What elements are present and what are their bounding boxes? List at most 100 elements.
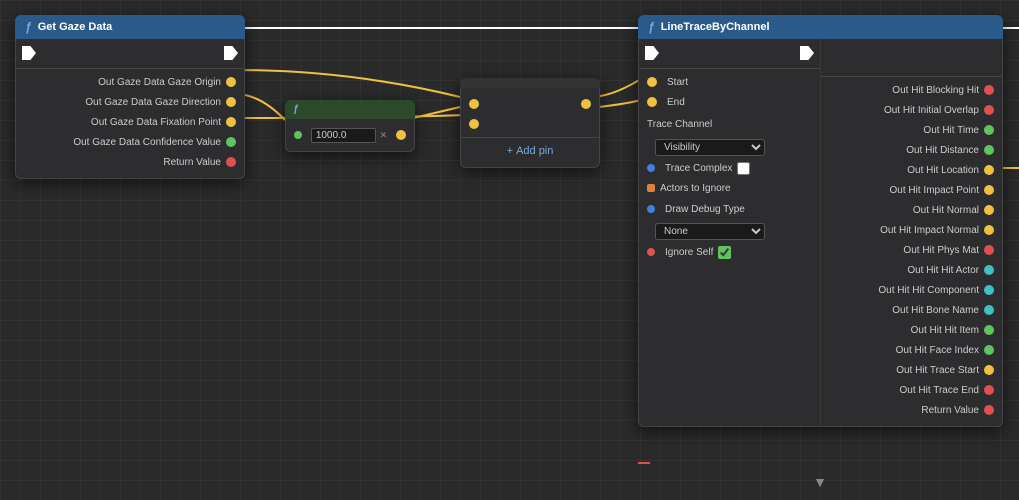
out-location-row: Out Hit Location <box>821 160 1002 180</box>
add-pin-button[interactable]: + Add pin <box>507 145 554 157</box>
pin-origin[interactable] <box>226 77 236 87</box>
node-trace: ƒ LineTraceByChannel Start <box>638 15 1003 427</box>
ignore-self-pin[interactable] <box>647 248 655 256</box>
out-impact-row: Out Hit Impact Point <box>821 180 1002 200</box>
out-blocking-pin[interactable] <box>984 85 994 95</box>
out-blocking-row: Out Hit Blocking Hit <box>821 80 1002 100</box>
pin-row-origin: Out Gaze Data Gaze Origin <box>16 72 244 92</box>
out-component-pin[interactable] <box>984 285 994 295</box>
out-actor-label: Out Hit Hit Actor <box>907 265 979 276</box>
debug-type-select[interactable]: None ForOneFrame ForDuration Persistent <box>655 223 765 240</box>
pin-label-confidence: Out Gaze Data Confidence Value <box>73 137 221 148</box>
debug-type-pin[interactable] <box>647 205 655 213</box>
math-body: ✕ <box>285 119 415 152</box>
trace-right-col: Out Hit Blocking Hit Out Hit Initial Ove… <box>821 39 1002 426</box>
trace-complex-label: Trace Complex <box>665 163 732 174</box>
actors-label: Actors to Ignore <box>660 183 731 194</box>
debug-type-row: Draw Debug Type <box>639 198 820 220</box>
out-distance-pin[interactable] <box>984 145 994 155</box>
trace-exec-row <box>639 45 820 65</box>
node-gaze: ƒ Get Gaze Data Out Gaze Data Gaze Origi… <box>15 15 245 179</box>
out-time-label: Out Hit Time <box>923 125 979 136</box>
trace-end-pin[interactable] <box>647 97 657 107</box>
out-trace-end-row: Out Hit Trace End <box>821 380 1002 400</box>
out-normal-pin[interactable] <box>984 205 994 215</box>
add-body: + Add pin <box>460 88 600 168</box>
out-return-row: Return Value <box>821 400 1002 420</box>
math-in-pin[interactable] <box>294 131 302 139</box>
out-initial-label: Out Hit Initial Overlap <box>884 105 979 116</box>
pin-label-origin: Out Gaze Data Gaze Origin <box>98 77 221 88</box>
exec-in-pin[interactable] <box>22 46 36 60</box>
out-trace-start-label: Out Hit Trace Start <box>896 365 979 376</box>
out-face-pin[interactable] <box>984 345 994 355</box>
out-phys-mat-label: Out Hit Phys Mat <box>903 245 979 256</box>
out-actor-pin[interactable] <box>984 265 994 275</box>
trace-title: LineTraceByChannel <box>661 21 770 33</box>
gaze-body: Out Gaze Data Gaze Origin Out Gaze Data … <box>15 39 245 179</box>
out-bone-pin[interactable] <box>984 305 994 315</box>
trace-exec-out[interactable] <box>800 46 814 60</box>
pin-label-direction: Out Gaze Data Gaze Direction <box>85 97 221 108</box>
out-normal-row: Out Hit Normal <box>821 200 1002 220</box>
pin-confidence[interactable] <box>226 137 236 147</box>
out-face-row: Out Hit Face Index <box>821 340 1002 360</box>
debug-type-label: Draw Debug Type <box>665 204 745 215</box>
out-normal-label: Out Hit Normal <box>913 205 979 216</box>
add-out1[interactable] <box>581 99 591 109</box>
out-phys-mat-pin[interactable] <box>984 245 994 255</box>
out-distance-label: Out Hit Distance <box>906 145 979 156</box>
add-header <box>460 78 600 88</box>
node-math: ƒ ✕ <box>285 100 415 152</box>
trace-complex-row: Trace Complex <box>639 158 820 178</box>
pin-fixation[interactable] <box>226 117 236 127</box>
out-return-label: Return Value <box>921 405 979 416</box>
add-btn-row: + Add pin <box>461 141 599 161</box>
out-return-pin[interactable] <box>984 405 994 415</box>
node-add: + Add pin <box>460 78 600 168</box>
trace-start-pin[interactable] <box>647 77 657 87</box>
scroll-down-arrow[interactable]: ▼ <box>813 474 827 490</box>
trace-complex-checkbox[interactable] <box>737 162 750 175</box>
pin-row-confidence: Out Gaze Data Confidence Value <box>16 132 244 152</box>
pin-return-gaze[interactable] <box>226 157 236 167</box>
trace-complex-pin[interactable] <box>647 164 655 172</box>
trace-header: ƒ LineTraceByChannel <box>638 15 1003 39</box>
trace-channel-select-row: Visibility Camera <box>639 136 820 158</box>
out-impact-normal-pin[interactable] <box>984 225 994 235</box>
trace-end-row: End <box>639 92 820 112</box>
actors-pin[interactable] <box>647 184 655 192</box>
out-face-label: Out Hit Face Index <box>896 345 979 356</box>
out-location-pin[interactable] <box>984 165 994 175</box>
out-actor-row: Out Hit Hit Actor <box>821 260 1002 280</box>
out-impact-pin[interactable] <box>984 185 994 195</box>
pin-direction[interactable] <box>226 97 236 107</box>
out-trace-start-pin[interactable] <box>984 365 994 375</box>
math-close[interactable]: ✕ <box>380 130 388 141</box>
pin-row-fixation: Out Gaze Data Fixation Point <box>16 112 244 132</box>
trace-channel-row: Trace Channel <box>639 112 820 136</box>
out-initial-row: Out Hit Initial Overlap <box>821 100 1002 120</box>
out-distance-row: Out Hit Distance <box>821 140 1002 160</box>
trace-channel-select[interactable]: Visibility Camera <box>655 139 765 156</box>
add-in1[interactable] <box>469 99 479 109</box>
out-item-label: Out Hit Hit Item <box>911 325 979 336</box>
ignore-self-row: Ignore Self <box>639 242 820 262</box>
pin-label-return-gaze: Return Value <box>163 157 221 168</box>
ignore-self-checkbox[interactable] <box>718 246 731 259</box>
trace-exec-in[interactable] <box>645 46 659 60</box>
math-header: ƒ <box>285 100 415 119</box>
actors-ignore-row: Actors to Ignore <box>639 178 820 198</box>
out-initial-pin[interactable] <box>984 105 994 115</box>
exec-out-pin[interactable] <box>224 46 238 60</box>
out-time-pin[interactable] <box>984 125 994 135</box>
math-out-pin[interactable] <box>396 130 406 140</box>
out-item-row: Out Hit Hit Item <box>821 320 1002 340</box>
add-in2[interactable] <box>469 119 479 129</box>
out-item-pin[interactable] <box>984 325 994 335</box>
debug-type-select-row: None ForOneFrame ForDuration Persistent <box>639 220 820 242</box>
trace-fn-icon: ƒ <box>648 20 655 34</box>
math-value-input[interactable] <box>311 128 376 143</box>
out-trace-end-pin[interactable] <box>984 385 994 395</box>
trace-body: Start End Trace Channel Visibility Camer… <box>638 39 1003 427</box>
